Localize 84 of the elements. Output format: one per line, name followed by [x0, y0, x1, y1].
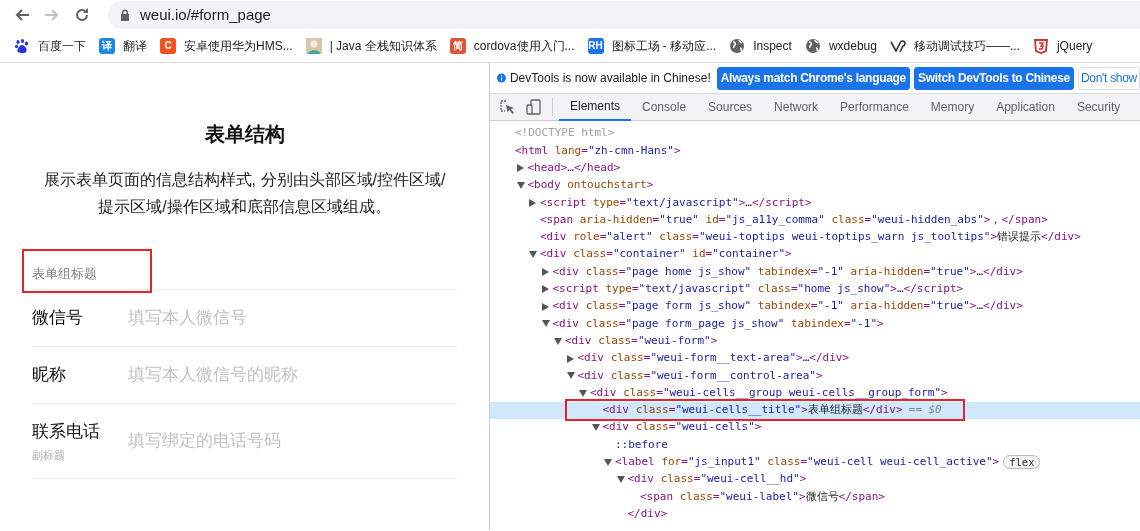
code-line[interactable]: <div class="weui-form__text-area">…</div>: [577, 350, 850, 367]
page-description: 展示表单页面的信息结构样式, 分别由头部区域/控件区域/提示区域/操作区域和底部信息区域组成。: [42, 170, 447, 217]
devtools-tab[interactable]: Console: [631, 93, 698, 121]
page-title: 表单结构: [203, 122, 286, 147]
expanded-triangle-icon[interactable]: [579, 389, 587, 397]
address-bar[interactable]: weui.io/#form_page: [108, 1, 1140, 29]
expanded-triangle-icon[interactable]: [604, 458, 612, 466]
bookmark-link[interactable]: jQuery: [1056, 37, 1093, 55]
infobar-button[interactable]: Switch DevTools to Chinese: [914, 66, 1074, 90]
bookmark-link[interactable]: 图标工场 - 移动应...: [611, 37, 717, 55]
info-icon: [497, 71, 506, 85]
expanded-triangle-icon[interactable]: [591, 424, 600, 432]
bookmark-link[interactable]: wxdebug: [828, 37, 877, 55]
expanded-triangle-icon[interactable]: [541, 320, 550, 328]
field-label: 微信号: [32, 307, 84, 330]
bookmark-link[interactable]: cordova使用入门...: [473, 37, 575, 55]
code-line[interactable]: <div class="weui-cells">: [602, 419, 762, 436]
code-line[interactable]: <label for="js_input1" class="weui-cell weui-cell_active">: [615, 454, 1000, 471]
url-text: weui.io/#form_page: [140, 4, 271, 25]
devtools-tab[interactable]: Elements: [559, 93, 632, 121]
code-line[interactable]: <div class="page form_page js_show" tabindex="-1">: [552, 315, 884, 333]
text-input[interactable]: 填写本人微信号: [128, 303, 457, 333]
code-line[interactable]: <div class="weui-form">: [565, 332, 718, 350]
collapsed-triangle-icon[interactable]: [541, 302, 549, 311]
code-line[interactable]: <span class="weui-label">微信号</span>: [640, 488, 885, 506]
inspect-icon[interactable]: [500, 99, 515, 115]
collapsed-triangle-icon[interactable]: [516, 164, 524, 173]
code-line[interactable]: <div class="page home js_show" tabindex="-1" aria-hidden="true">…</div>: [552, 263, 1023, 281]
code-line[interactable]: <script type="text/javascript" class="home js_show">…</script>: [552, 281, 964, 298]
code-line[interactable]: <html lang="zh-cmn-Hans">: [515, 142, 681, 160]
reload-icon[interactable]: [74, 7, 90, 23]
infobar-button[interactable]: Always match Chrome's language: [716, 66, 910, 90]
expanded-triangle-icon[interactable]: [554, 337, 562, 345]
pseudo-element[interactable]: ::before: [615, 436, 668, 454]
text-input[interactable]: 填写绑定的电话号码: [128, 426, 457, 456]
code-line[interactable]: <span aria-hidden="true" id="js_a11y_comma" class="weui-hidden_abs">，</span>: [540, 211, 1048, 229]
collapsed-triangle-icon[interactable]: [566, 354, 574, 363]
text-input[interactable]: 填写本人微信号的昵称: [128, 360, 457, 390]
devtools-tab[interactable]: Performance: [829, 93, 920, 121]
devtools-tab[interactable]: Security: [1065, 93, 1132, 121]
expanded-triangle-icon[interactable]: [616, 476, 625, 484]
group-title: 表单组标题: [32, 264, 457, 290]
expanded-triangle-icon[interactable]: [516, 182, 525, 190]
expanded-triangle-icon[interactable]: [566, 372, 575, 380]
devtools-tab[interactable]: Network: [763, 93, 830, 121]
code-line[interactable]: <script type="text/javascript">…</script>: [540, 194, 812, 212]
collapsed-triangle-icon[interactable]: [529, 198, 536, 207]
bookmark-link[interactable]: 翻译: [123, 37, 147, 55]
collapsed-triangle-icon[interactable]: [541, 268, 549, 276]
code-line[interactable]: <div class="container" id="container">: [540, 246, 792, 263]
infobar-button[interactable]: Don't show: [1078, 66, 1140, 90]
bookmark-link[interactable]: | Java 全栈知识体系: [329, 37, 437, 55]
code-line[interactable]: <head>…</head>: [527, 160, 621, 177]
code-line[interactable]: </div>: [627, 505, 668, 523]
code-line[interactable]: <div class="weui-cell__hd">: [627, 471, 807, 488]
code-line[interactable]: <div class="weui-cells__group weui-cells__group_form">: [590, 384, 948, 402]
code-line[interactable]: <div class="page form js_show" tabindex="-1" aria-hidden="true">…</div>: [552, 298, 1023, 315]
selected-node-marker: == $0: [908, 402, 942, 419]
bookmark-link[interactable]: 安卓使用华为HMS...: [184, 37, 293, 55]
expanded-triangle-icon[interactable]: [529, 251, 537, 259]
field-sublabel: 副标题: [32, 447, 66, 463]
info-message: DevTools is now available in Chinese!: [509, 70, 711, 87]
bookmark-logo-icon: 简: [449, 38, 466, 54]
code-line[interactable]: <body ontouchstart>: [527, 177, 654, 194]
field-label: 昵称: [32, 364, 67, 387]
bookmark-link[interactable]: 百度一下: [38, 37, 86, 55]
collapsed-triangle-icon[interactable]: [541, 285, 549, 294]
code-line[interactable]: <div class="weui-form__control-area">: [577, 367, 823, 385]
bookmark-logo-icon: 译: [99, 38, 115, 54]
bookmark-logo-icon: C: [160, 38, 176, 54]
devtools-tab[interactable]: Sources: [697, 93, 764, 121]
back-icon[interactable]: [14, 7, 30, 23]
device-icon[interactable]: [526, 99, 542, 115]
selected-row[interactable]: <div class="weui-cells__title">表单组标题</div> == $0: [490, 401, 1140, 420]
flex-badge[interactable]: flex: [1003, 455, 1041, 470]
devtools-tab[interactable]: Application: [985, 93, 1066, 121]
bookmark-link[interactable]: 移动调试技巧——...: [913, 37, 1020, 55]
field-label: 联系电话: [32, 421, 101, 443]
code-line[interactable]: <div class="weui-cells__title">表单组标题</div>: [602, 402, 903, 419]
bookmark-link[interactable]: Inspect: [753, 37, 792, 55]
code-line[interactable]: <div role="alert" class="weui-toptips weui-toptips_warn js_tooltips">错误提示</div>: [540, 229, 1081, 246]
devtools-tab[interactable]: Memory: [919, 93, 986, 121]
bookmark-logo-icon: RH: [587, 38, 604, 54]
lock-icon: [120, 9, 130, 21]
